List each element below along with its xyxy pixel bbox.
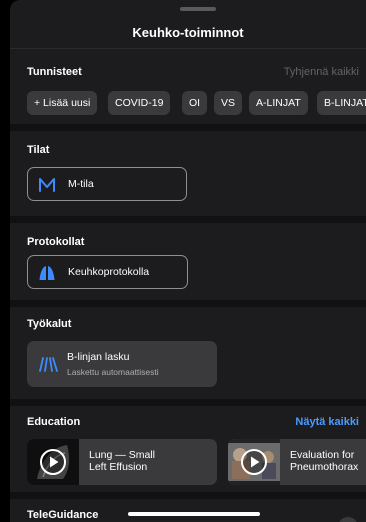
protocols-section-title: Protokollat bbox=[27, 236, 85, 248]
add-tag-chip[interactable]: + Lisää uusi bbox=[27, 91, 98, 115]
tag-chip-covid19[interactable]: COVID-19 bbox=[108, 91, 171, 115]
section-divider bbox=[10, 492, 366, 499]
lungs-icon bbox=[39, 266, 55, 280]
tag-chip-b-lines[interactable]: B-LINJAT bbox=[317, 91, 366, 115]
teleguidance-section-title: TeleGuidance bbox=[27, 509, 99, 521]
play-icon bbox=[241, 449, 267, 475]
education-card[interactable]: Lung — Small Left Effusion bbox=[27, 439, 217, 485]
b-line-count-subtitle: Laskettu automaattisesti bbox=[67, 367, 159, 377]
b-lines-icon bbox=[39, 357, 58, 372]
header-divider bbox=[10, 48, 366, 49]
section-divider bbox=[10, 216, 366, 223]
teleguidance-section: TeleGuidance bbox=[10, 499, 366, 522]
education-card-row: Lung — Small Left Effusion Evaluation fo… bbox=[27, 439, 366, 485]
education-card-title-line2: Left Effusion bbox=[89, 461, 148, 473]
home-indicator[interactable] bbox=[128, 512, 260, 516]
teleguidance-toggle[interactable] bbox=[338, 517, 358, 522]
education-section-title: Education bbox=[27, 416, 81, 428]
video-thumbnail bbox=[228, 439, 280, 485]
protocols-section: Protokollat Keuhkoprotokolla bbox=[10, 223, 366, 307]
section-divider bbox=[10, 300, 366, 307]
tag-chip-a-lines[interactable]: A-LINJAT bbox=[249, 91, 308, 115]
education-card[interactable]: Evaluation for Pneumothorax bbox=[228, 439, 366, 485]
education-card-title: Evaluation for Pneumothorax bbox=[290, 449, 366, 473]
modes-section-title: Tilat bbox=[27, 144, 50, 156]
lung-functions-sheet: Keuhko-toiminnot Tunnisteet Tyhjennä kai… bbox=[10, 0, 366, 522]
m-mode-label: M-tila bbox=[68, 178, 94, 190]
education-card-title: Lung — Small Left Effusion bbox=[89, 449, 214, 473]
b-line-count-card[interactable]: B-linjan lasku Laskettu automaattisesti bbox=[27, 341, 217, 387]
see-all-education-link[interactable]: Näytä kaikki bbox=[295, 416, 359, 428]
sheet-drag-handle[interactable] bbox=[180, 7, 216, 11]
section-divider bbox=[10, 124, 366, 131]
video-thumbnail bbox=[27, 439, 79, 485]
education-card-title-line2: Pneumothorax bbox=[290, 461, 359, 473]
modes-section: Tilat M-tila bbox=[10, 131, 366, 216]
education-card-title-line1: Lung — Small bbox=[89, 449, 155, 461]
education-section: Education Näytä kaikki Lung — Small Left… bbox=[10, 406, 366, 492]
play-icon bbox=[40, 449, 66, 475]
tools-section-title: Työkalut bbox=[27, 318, 72, 330]
tag-chip-vs[interactable]: VS bbox=[214, 91, 243, 115]
sheet-title: Keuhko-toiminnot bbox=[132, 25, 244, 40]
m-mode-button[interactable]: M-tila bbox=[27, 167, 187, 201]
m-mode-icon bbox=[39, 178, 55, 192]
lung-protocol-label: Keuhkoprotokolla bbox=[68, 266, 150, 278]
section-divider bbox=[10, 399, 366, 406]
tags-section-title: Tunnisteet bbox=[27, 66, 82, 78]
tools-section: Työkalut B-linjan lasku Laskettu automaa… bbox=[10, 307, 366, 399]
education-card-title-line1: Evaluation for bbox=[290, 449, 355, 461]
clear-all-tags-button[interactable]: Tyhjennä kaikki bbox=[284, 66, 359, 78]
b-line-count-title: B-linjan lasku bbox=[67, 351, 130, 363]
tag-chip-row: + Lisää uusi COVID-19 OI VS A-LINJAT B-L… bbox=[27, 91, 366, 115]
tag-chip-oi[interactable]: OI bbox=[182, 91, 208, 115]
lung-protocol-button[interactable]: Keuhkoprotokolla bbox=[27, 255, 188, 289]
tags-section: Tunnisteet Tyhjennä kaikki + Lisää uusi … bbox=[10, 60, 366, 120]
